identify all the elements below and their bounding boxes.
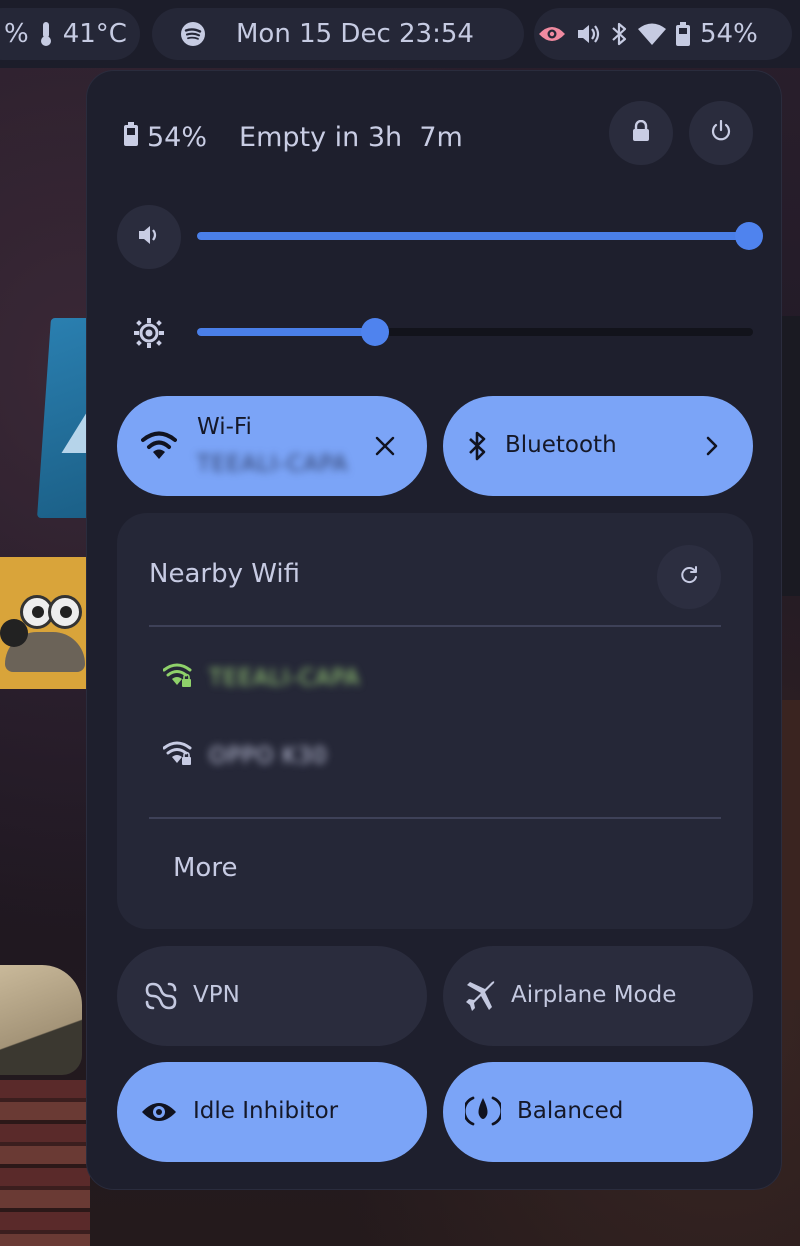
wifi-icon[interactable] — [638, 23, 666, 45]
status-icons-module[interactable]: 54% — [534, 8, 792, 60]
vpn-toggle-tile[interactable]: VPN — [117, 946, 427, 1046]
wallpaper-edge — [782, 316, 800, 596]
wifi-icon — [141, 430, 177, 460]
bluetooth-icon[interactable] — [610, 21, 628, 47]
nearby-wifi-section: Nearby Wifi TEEALI-CAPA OPPO K30 More — [117, 513, 753, 929]
airplane-icon — [465, 980, 497, 1012]
refresh-icon — [679, 565, 699, 589]
wifi-network-item[interactable]: TEEALI-CAPA — [162, 663, 361, 693]
bluetooth-toggle-tile[interactable]: Bluetooth — [443, 396, 753, 496]
brightness-icon — [133, 317, 165, 349]
top-bar: % 41°C Mon 15 Dec 23:54 54% — [0, 0, 800, 68]
battery-icon — [123, 121, 139, 153]
bluetooth-icon — [467, 430, 487, 462]
temperature-text: 41°C — [62, 19, 127, 49]
power-button[interactable] — [689, 101, 753, 165]
vpn-icon — [143, 982, 179, 1010]
system-stats-module[interactable]: % 41°C — [0, 8, 140, 60]
vpn-tile-label: VPN — [193, 982, 240, 1008]
wallpaper-figure — [0, 965, 82, 1075]
battery-status: 54% Empty in 3h 7m — [123, 117, 463, 157]
brightness-slider[interactable] — [197, 318, 753, 346]
wallpaper-gimp-mascot — [0, 557, 86, 689]
lock-button[interactable] — [609, 101, 673, 165]
airplane-tile-label: Airplane Mode — [511, 982, 677, 1008]
clock-text: Mon 15 Dec 23:54 — [236, 19, 474, 49]
lock-icon — [632, 119, 650, 146]
volume-icon — [137, 224, 161, 250]
volume-icon[interactable] — [576, 23, 600, 45]
wifi-current-network: TEEALI-CAPA — [197, 452, 349, 477]
power-profile-tile-label: Balanced — [517, 1098, 624, 1124]
battery-icon — [676, 22, 690, 46]
mute-toggle-button[interactable] — [117, 205, 181, 269]
refresh-button[interactable] — [657, 545, 721, 609]
power-profile-icon — [465, 1094, 501, 1128]
wifi-network-name: OPPO K30 — [209, 743, 328, 769]
spotify-icon[interactable] — [180, 21, 206, 47]
airplane-mode-toggle-tile[interactable]: Airplane Mode — [443, 946, 753, 1046]
clock-module[interactable]: Mon 15 Dec 23:54 — [152, 8, 524, 60]
idle-inhibitor-toggle-tile[interactable]: Idle Inhibitor — [117, 1062, 427, 1162]
more-networks-button[interactable]: More — [173, 853, 237, 883]
volume-slider-fill — [197, 232, 749, 240]
wallpaper-books — [0, 1080, 90, 1246]
brightness-slider-fill — [197, 328, 375, 336]
divider — [149, 817, 721, 819]
wifi-secured-icon — [162, 663, 193, 693]
wifi-tile-label: Wi-Fi — [197, 414, 252, 440]
eye-icon[interactable] — [538, 24, 566, 44]
nearby-wifi-title: Nearby Wifi — [149, 559, 300, 589]
volume-slider-handle[interactable] — [735, 222, 763, 250]
bluetooth-tile-label: Bluetooth — [505, 432, 617, 458]
battery-percent: 54% — [147, 121, 208, 153]
quick-settings-panel: 54% Empty in 3h 7m Wi-Fi TEEALI-CAPA Blu… — [86, 70, 782, 1190]
wifi-toggle-tile[interactable]: Wi-Fi TEEALI-CAPA — [117, 396, 427, 496]
thermometer-icon — [39, 21, 53, 47]
wifi-secured-icon — [162, 741, 193, 771]
brightness-slider-handle[interactable] — [360, 318, 389, 346]
battery-time-remaining: Empty in 3h 7m — [239, 121, 463, 153]
chevron-right-icon[interactable] — [705, 436, 719, 456]
disconnect-close-icon[interactable] — [375, 436, 395, 456]
eye-icon — [141, 1100, 177, 1124]
volume-slider[interactable] — [197, 222, 763, 250]
wifi-network-item[interactable]: OPPO K30 — [162, 741, 328, 771]
power-icon — [710, 119, 732, 146]
cpu-percent-text: % — [4, 19, 29, 49]
idle-inhibitor-tile-label: Idle Inhibitor — [193, 1098, 339, 1124]
wallpaper-edge — [782, 700, 800, 1000]
battery-percent-text: 54% — [700, 19, 758, 49]
power-profile-toggle-tile[interactable]: Balanced — [443, 1062, 753, 1162]
wifi-network-name: TEEALI-CAPA — [209, 665, 361, 691]
divider — [149, 625, 721, 627]
